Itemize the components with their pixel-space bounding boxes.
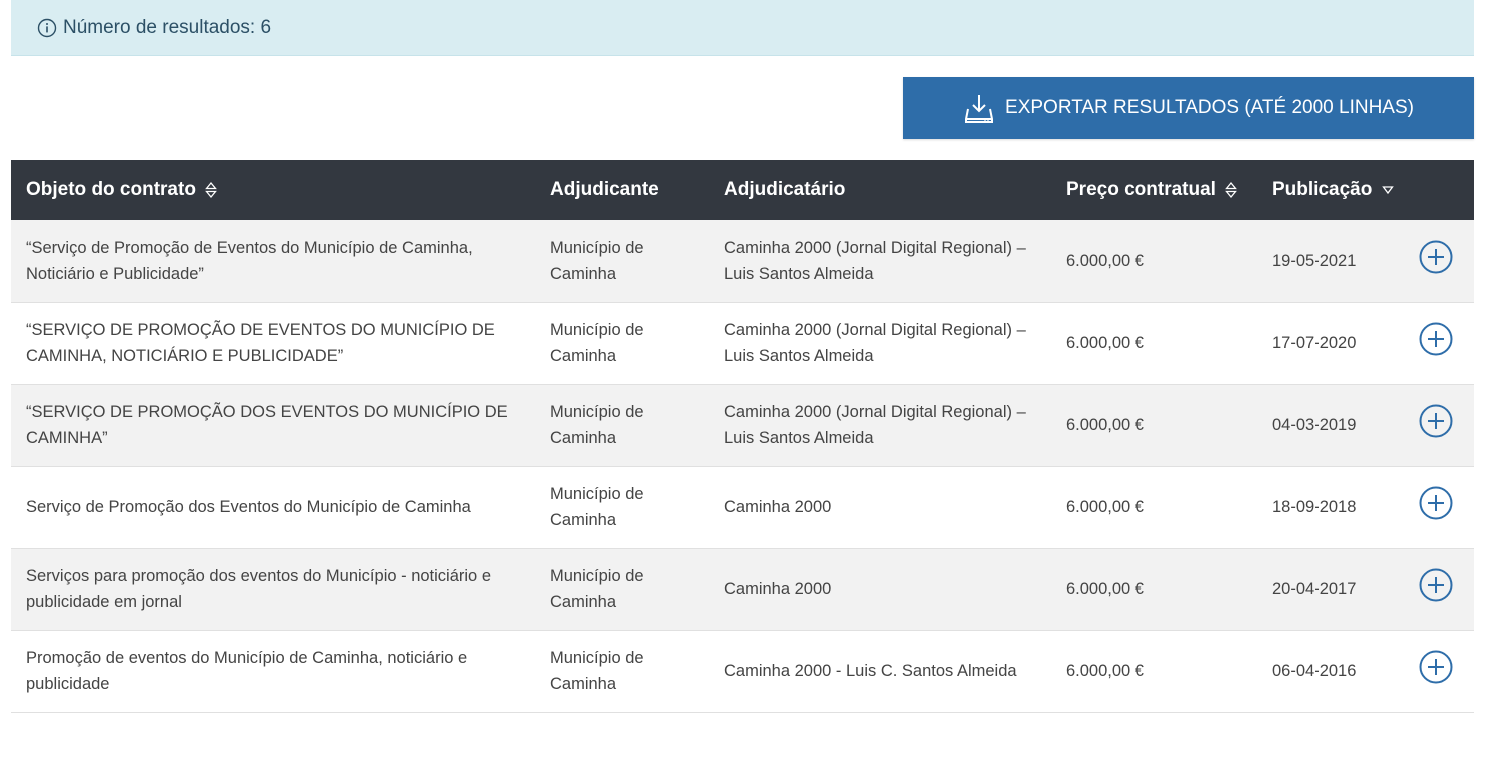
- column-header-adjudicatario: Adjudicatário: [724, 179, 846, 200]
- table-row: “SERVIÇO DE PROMOÇÃO DE EVENTOS DO MUNIC…: [11, 302, 1474, 384]
- expand-details-button[interactable]: [1419, 568, 1453, 602]
- sort-both-icon[interactable]: [205, 181, 218, 199]
- info-circle-icon: [37, 18, 57, 37]
- cell-publicacao: 17-07-2020: [1272, 334, 1357, 352]
- table-row: Serviço de Promoção dos Eventos do Munic…: [11, 466, 1474, 548]
- column-header-publicacao[interactable]: Publicação: [1257, 160, 1397, 220]
- cell-objeto: “SERVIÇO DE PROMOÇÃO DE EVENTOS DO MUNIC…: [26, 321, 495, 365]
- cell-publicacao: 20-04-2017: [1272, 580, 1357, 598]
- cell-adjudicante: Município de Caminha: [550, 238, 644, 283]
- cell-objeto: “SERVIÇO DE PROMOÇÃO DOS EVENTOS DO MUNI…: [26, 403, 508, 447]
- cell-publicacao: 19-05-2021: [1272, 251, 1357, 270]
- column-header-preco[interactable]: Preço contratual: [1051, 160, 1257, 220]
- expand-details-button[interactable]: [1419, 404, 1453, 438]
- cell-adjudicante: Município de Caminha: [550, 403, 644, 447]
- cell-adjudicante: Município de Caminha: [550, 567, 644, 611]
- sort-both-icon[interactable]: [1225, 181, 1238, 199]
- expand-details-button[interactable]: [1419, 650, 1453, 684]
- cell-preco: 6.000,00 €: [1066, 251, 1144, 270]
- cell-objeto: Serviço de Promoção dos Eventos do Munic…: [26, 498, 471, 516]
- cell-adjudicatario: Caminha 2000 - Luis C. Santos Almeida: [724, 662, 1017, 680]
- cell-preco: 6.000,00 €: [1066, 662, 1144, 680]
- cell-adjudicatario: Caminha 2000: [724, 580, 832, 598]
- cell-actions: [1397, 466, 1474, 548]
- column-header-actions: [1397, 160, 1474, 220]
- table-row: Promoção de eventos do Município de Cami…: [11, 630, 1474, 712]
- cell-publicacao: 04-03-2019: [1272, 416, 1357, 434]
- cell-adjudicatario: Caminha 2000 (Jornal Digital Regional) –…: [724, 403, 1026, 447]
- contracts-table: Objeto do contrato Adjudicante Adjudicat…: [11, 160, 1474, 713]
- export-results-button[interactable]: EXPORTAR RESULTADOS (ATÉ 2000 LINHAS): [903, 77, 1474, 139]
- results-count-text: Número de resultados: 6: [63, 16, 272, 38]
- cell-adjudicatario: Caminha 2000: [724, 498, 832, 516]
- cell-preco: 6.000,00 €: [1066, 498, 1144, 516]
- results-count-banner: Número de resultados: 6: [11, 0, 1474, 56]
- cell-preco: 6.000,00 €: [1066, 334, 1144, 352]
- cell-objeto: Promoção de eventos do Município de Cami…: [26, 649, 468, 693]
- cell-objeto: Serviços para promoção dos eventos do Mu…: [26, 567, 491, 611]
- export-button-label: EXPORTAR RESULTADOS (ATÉ 2000 LINHAS): [1005, 97, 1414, 118]
- cell-actions: [1397, 302, 1474, 384]
- table-header-row: Objeto do contrato Adjudicante Adjudicat…: [11, 160, 1474, 220]
- table-row: Serviços para promoção dos eventos do Mu…: [11, 548, 1474, 630]
- cell-preco: 6.000,00 €: [1066, 416, 1144, 434]
- sort-descending-icon[interactable]: [1381, 184, 1394, 196]
- cell-actions: [1397, 630, 1474, 712]
- cell-adjudicante: Município de Caminha: [550, 649, 644, 693]
- table-row: “SERVIÇO DE PROMOÇÃO DOS EVENTOS DO MUNI…: [11, 384, 1474, 466]
- expand-details-button[interactable]: [1419, 486, 1453, 520]
- cell-actions: [1397, 384, 1474, 466]
- cell-preco: 6.000,00 €: [1066, 580, 1144, 598]
- cell-actions: [1397, 548, 1474, 630]
- download-tray-icon: [965, 95, 994, 123]
- expand-details-button[interactable]: [1419, 240, 1453, 274]
- cell-actions: [1397, 220, 1474, 302]
- cell-adjudicante: Município de Caminha: [550, 321, 644, 365]
- table-row: “Serviço de Promoção de Eventos do Munic…: [11, 220, 1474, 302]
- cell-adjudicante: Município de Caminha: [550, 485, 644, 529]
- column-header-objeto[interactable]: Objeto do contrato: [11, 160, 535, 220]
- cell-adjudicatario: Caminha 2000 (Jornal Digital Regional) –…: [724, 321, 1026, 365]
- column-header-adjudicante: Adjudicante: [550, 179, 659, 200]
- cell-publicacao: 06-04-2016: [1272, 662, 1357, 680]
- cell-adjudicatario: Caminha 2000 (Jornal Digital Regional) –…: [724, 238, 1026, 283]
- cell-objeto: “Serviço de Promoção de Eventos do Munic…: [26, 238, 473, 283]
- expand-details-button[interactable]: [1419, 322, 1453, 356]
- cell-publicacao: 18-09-2018: [1272, 498, 1357, 516]
